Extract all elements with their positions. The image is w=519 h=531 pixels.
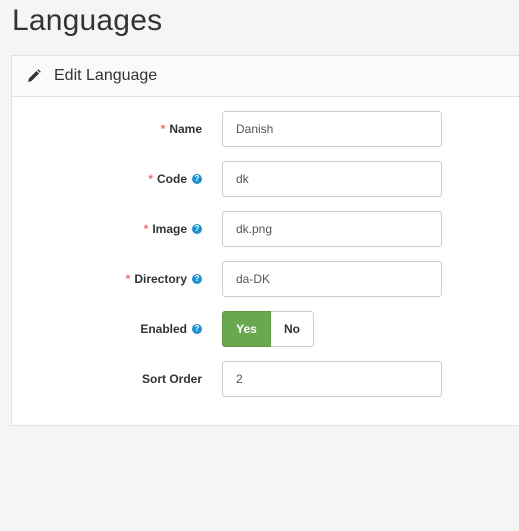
enabled-yes-button[interactable]: Yes xyxy=(222,311,271,347)
page-title: Languages xyxy=(12,4,163,37)
name-input[interactable] xyxy=(222,111,442,147)
sort-order-label-text: Sort Order xyxy=(141,372,202,386)
edit-language-panel: Edit Language * Name * Code ? * Image ? … xyxy=(11,55,519,426)
help-icon[interactable]: ? xyxy=(192,274,202,284)
sort-order-input[interactable] xyxy=(222,361,442,397)
enabled-no-button[interactable]: No xyxy=(271,311,314,347)
sort-order-label: Sort Order xyxy=(142,361,202,397)
panel-heading: Edit Language xyxy=(12,56,519,97)
image-label-text: Image xyxy=(152,222,187,236)
sort-order-row: Sort Order xyxy=(12,361,519,397)
name-label-text: Name xyxy=(169,122,202,136)
help-icon[interactable]: ? xyxy=(192,324,202,334)
pencil-icon xyxy=(28,69,41,82)
code-label: * Code ? xyxy=(148,161,202,197)
required-mark: * xyxy=(160,122,166,136)
required-mark: * xyxy=(125,272,131,286)
image-row: * Image ? xyxy=(12,211,519,247)
code-input[interactable] xyxy=(222,161,442,197)
image-label: * Image ? xyxy=(144,211,202,247)
panel-heading-title: Edit Language xyxy=(54,67,158,84)
directory-input[interactable] xyxy=(222,261,442,297)
enabled-toggle: Yes No xyxy=(222,311,314,347)
name-label: * Name xyxy=(161,111,202,147)
code-label-text: Code xyxy=(157,172,187,186)
required-mark: * xyxy=(143,222,149,236)
image-input[interactable] xyxy=(222,211,442,247)
code-row: * Code ? xyxy=(12,161,519,197)
enabled-label: Enabled ? xyxy=(140,311,202,347)
enabled-label-text: Enabled xyxy=(140,322,187,336)
name-row: * Name xyxy=(12,111,519,147)
help-icon[interactable]: ? xyxy=(192,224,202,234)
directory-row: * Directory ? xyxy=(12,261,519,297)
required-mark: * xyxy=(148,172,153,186)
help-icon[interactable]: ? xyxy=(192,174,202,184)
enabled-row: Enabled ? Yes No xyxy=(12,311,519,347)
directory-label-text: Directory xyxy=(134,272,187,286)
directory-label: * Directory ? xyxy=(126,261,202,297)
